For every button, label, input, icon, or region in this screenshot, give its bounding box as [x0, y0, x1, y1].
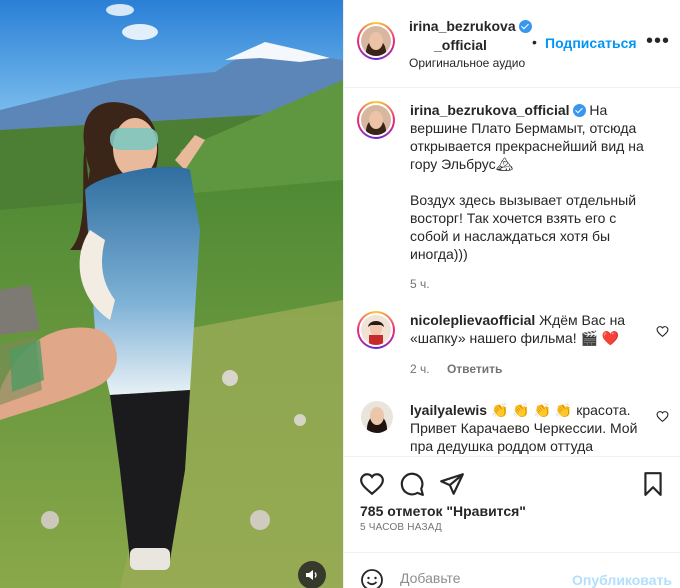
comment-like-heart-icon[interactable] — [656, 325, 669, 338]
caption-avatar[interactable] — [357, 101, 395, 139]
comment-input[interactable] — [400, 570, 560, 586]
comment-like-heart-icon[interactable] — [656, 410, 669, 423]
reply-button[interactable]: Ответить — [447, 362, 502, 376]
more-options-icon[interactable]: ••• — [646, 31, 670, 51]
post-header: irina_bezrukova _official • Подписаться … — [344, 0, 680, 88]
speaker-icon — [306, 570, 317, 580]
caption-meta: 5 ч. — [410, 277, 444, 291]
caption-avatar-image — [361, 105, 391, 135]
commenter-avatar[interactable] — [357, 311, 395, 349]
comment-username[interactable]: nicoleplievaofficial — [410, 312, 535, 328]
author-avatar[interactable] — [357, 22, 395, 60]
verified-badge-icon — [518, 20, 532, 33]
emoji-icon[interactable] — [360, 568, 384, 588]
verified-badge-icon — [572, 104, 586, 117]
publish-button[interactable]: Опубликовать — [572, 572, 672, 588]
follow-button[interactable]: Подписаться — [545, 35, 637, 51]
heart-icon[interactable] — [359, 471, 385, 497]
caption-text: irina_bezrukova_official На вершине Плат… — [410, 101, 658, 263]
post-media[interactable] — [0, 0, 343, 588]
commenter-avatar-image — [361, 315, 391, 345]
comments-list[interactable]: irina_bezrukova_official На вершине Плат… — [344, 89, 680, 456]
commenter-avatar-image — [361, 401, 393, 433]
author-avatar-image — [361, 26, 391, 56]
share-icon[interactable] — [439, 471, 465, 497]
add-comment-bar: Опубликовать — [344, 552, 680, 588]
author-username[interactable]: irina_bezrukova _official — [409, 17, 532, 55]
mute-button[interactable] — [298, 561, 326, 588]
caption-username[interactable]: irina_bezrukova_official — [410, 102, 570, 118]
caption-body-2: Воздух здесь вызывает отдельный восторг!… — [410, 192, 637, 262]
likes-count[interactable]: 785 отметок "Нравится" — [360, 503, 526, 519]
separator-dot: • — [532, 34, 537, 50]
caption-time[interactable]: 5 ч. — [410, 277, 430, 291]
post-details: irina_bezrukova _official • Подписаться … — [343, 0, 680, 588]
original-audio-link[interactable]: Оригинальное аудио — [409, 56, 525, 70]
post-timestamp[interactable]: 5 ЧАСОВ НАЗАД — [360, 522, 442, 533]
bookmark-icon[interactable] — [640, 471, 666, 497]
comment-username[interactable]: lyailyalewis — [410, 402, 487, 418]
comment-text: lyailyalewis 👏 👏 👏 👏 красота. Привет Кар… — [410, 401, 658, 455]
commenter-avatar[interactable] — [361, 401, 393, 433]
comment-icon[interactable] — [399, 471, 425, 497]
comment-time[interactable]: 2 ч. — [410, 362, 430, 376]
post-photo — [0, 0, 343, 588]
comment-text: nicoleplievaofficial Ждём Вас на «шапку»… — [410, 311, 658, 347]
comment-meta: 2 ч. Ответить — [410, 362, 516, 376]
